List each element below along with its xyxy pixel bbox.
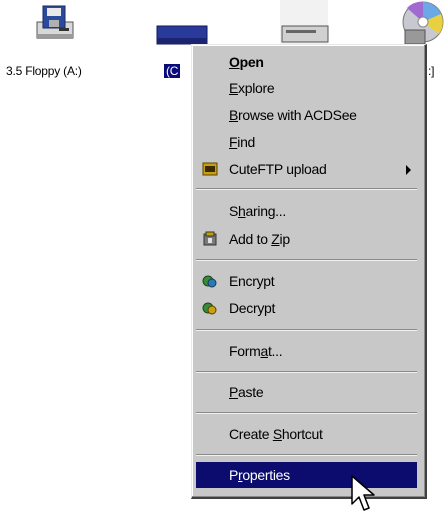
menu-item-explore[interactable]: Explore [196, 75, 417, 101]
menu-item-decrypt[interactable]: Decrypt [196, 295, 417, 321]
paste-label: Paste [229, 384, 264, 400]
floppy-drive-icon [36, 5, 74, 39]
floppy-drive-desktop-icon[interactable]: 3.5 Floppy (A:) [0, 0, 110, 90]
hard-drive-label: (C [164, 64, 181, 78]
cd-rom-label: :] [428, 64, 435, 78]
menu-separator [196, 259, 417, 261]
menu-separator [196, 188, 417, 190]
menu-item-create-shortcut[interactable]: Create Shortcut [196, 421, 417, 447]
menu-item-sharing[interactable]: Sharing... [196, 198, 417, 224]
context-menu: Open Explore Browse with ACDSee Find Cut… [191, 44, 427, 499]
floppy-drive-label: 3.5 Floppy (A:) [6, 64, 82, 78]
menu-item-find[interactable]: Find [196, 129, 417, 155]
submenu-arrow-icon [406, 165, 411, 175]
menu-item-format[interactable]: Format... [196, 338, 417, 364]
menu-item-browse-acdsee[interactable]: Browse with ACDSee [196, 102, 417, 128]
menu-item-open[interactable]: Open [196, 49, 417, 75]
properties-label: Properties [229, 467, 290, 483]
sharing-label: Sharing... [229, 203, 286, 219]
browse-label: Browse with ACDSee [229, 107, 357, 123]
cd-rom-icon [402, 1, 444, 45]
mouse-pointer-icon [351, 475, 375, 511]
create-shortcut-label: Create Shortcut [229, 426, 323, 442]
menu-item-paste[interactable]: Paste [196, 379, 417, 405]
format-label: Format... [229, 343, 283, 359]
cd-drive-icon [280, 0, 329, 44]
winzip-icon [203, 231, 217, 246]
encrypt-label: Encrypt [229, 273, 275, 289]
menu-item-cuteftp-upload[interactable]: CuteFTP upload [196, 156, 417, 182]
find-label: Find [229, 134, 256, 150]
menu-item-properties[interactable]: Properties [196, 462, 417, 488]
menu-separator [196, 454, 417, 456]
menu-separator [196, 371, 417, 373]
menu-item-encrypt[interactable]: Encrypt [196, 268, 417, 294]
cuteftp-label: CuteFTP upload [229, 161, 327, 177]
decrypt-icon [202, 302, 217, 315]
encrypt-icon [202, 275, 217, 288]
menu-item-add-to-zip[interactable]: Add to Zip [196, 226, 417, 252]
decrypt-label: Decrypt [229, 300, 276, 316]
open-label: Open [229, 54, 264, 70]
menu-separator [196, 329, 417, 331]
explore-label: Explore [229, 80, 275, 96]
cuteftp-icon [202, 162, 218, 176]
menu-separator [196, 412, 417, 414]
add-to-zip-label: Add to Zip [229, 231, 290, 247]
